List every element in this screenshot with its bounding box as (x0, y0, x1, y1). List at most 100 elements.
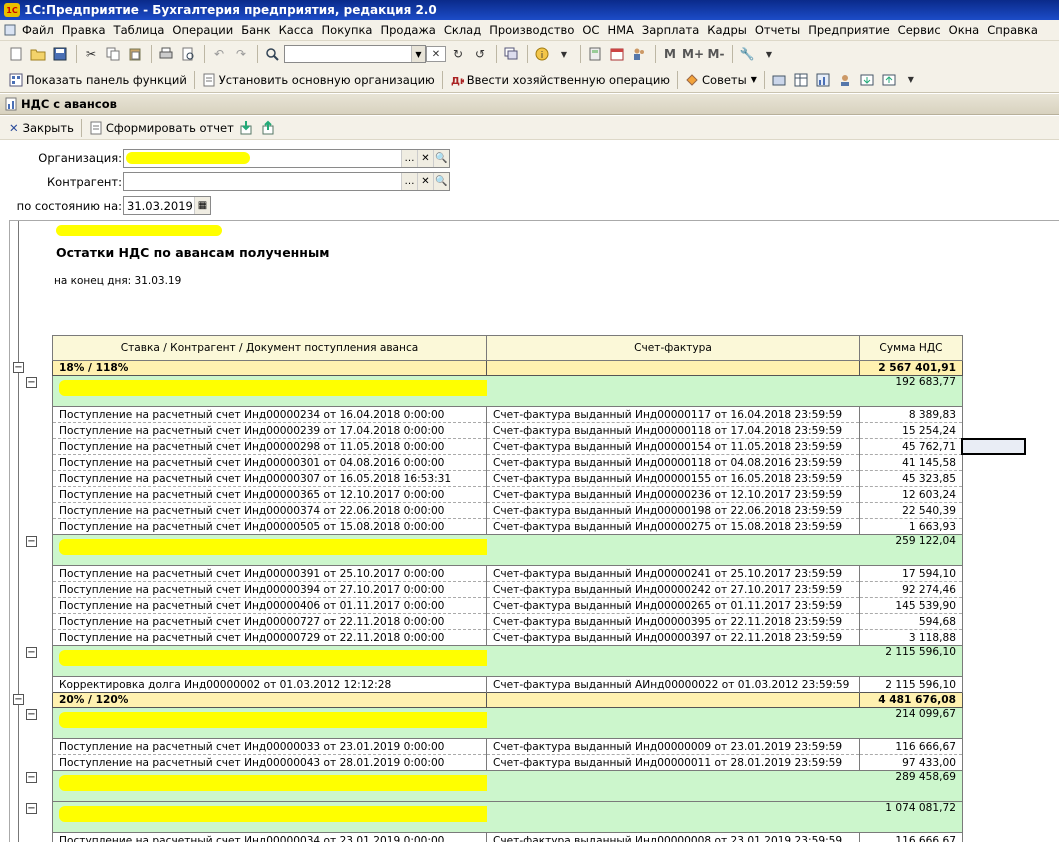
description-cell[interactable]: Поступление на расчетный счет Инд0000037… (52, 502, 487, 519)
selected-cell[interactable] (961, 438, 1026, 455)
description-cell[interactable]: Поступление на расчетный счет Инд0000039… (52, 565, 487, 582)
menu-item[interactable]: Кадры (703, 23, 751, 37)
org-structure-icon[interactable] (769, 70, 789, 90)
copy-icon[interactable] (103, 44, 123, 64)
vat-amount-cell[interactable]: 45 323,85 (859, 470, 963, 487)
as-of-date-field[interactable]: 31.03.2019 ▦ (123, 196, 211, 215)
vat-amount-cell[interactable]: 145 539,90 (859, 597, 963, 614)
vat-amount-cell[interactable]: 22 540,39 (859, 502, 963, 519)
tools-icon[interactable]: 🔧 (737, 44, 757, 64)
vat-amount-cell[interactable]: 8 389,83 (859, 406, 963, 423)
menu-item[interactable]: Предприятие (804, 23, 893, 37)
menu-item[interactable]: Файл (18, 23, 58, 37)
invoice-cell[interactable]: Счет-фактура выданный Инд00000198 от 22.… (486, 502, 860, 519)
invoice-cell[interactable] (486, 770, 860, 802)
invoice-cell[interactable] (486, 645, 860, 677)
menu-item[interactable]: Касса (275, 23, 318, 37)
description-cell[interactable] (52, 707, 487, 739)
menu-item[interactable]: Сервис (894, 23, 945, 37)
counterparty-field[interactable]: … ✕ 🔍 (123, 172, 450, 191)
undo-icon[interactable]: ↶ (209, 44, 229, 64)
users-icon[interactable] (629, 44, 649, 64)
description-cell[interactable]: Поступление на расчетный счет Инд0000030… (52, 454, 487, 471)
collapse-rate-group-icon[interactable]: − (13, 361, 24, 373)
collapse-rate-group-icon[interactable]: − (13, 693, 24, 705)
invoice-cell[interactable]: Счет-фактура выданный Инд00000008 от 23.… (486, 832, 860, 842)
invoice-cell[interactable]: Счет-фактура выданный Инд00000117 от 16.… (486, 406, 860, 423)
redo-icon[interactable]: ↷ (231, 44, 251, 64)
vat-amount-cell[interactable]: 2 567 401,91 (859, 360, 963, 376)
vat-amount-cell[interactable]: 2 115 596,10 (859, 676, 963, 693)
set-main-org-button[interactable]: Установить основную организацию (199, 70, 438, 90)
collapse-counterparty-group-icon[interactable]: − (26, 771, 37, 783)
generate-report-button[interactable]: Сформировать отчет (86, 118, 237, 138)
description-cell[interactable]: 20% / 120% (52, 692, 487, 708)
description-cell[interactable]: Поступление на расчетный счет Инд0000023… (52, 406, 487, 423)
menu-item[interactable]: Отчеты (751, 23, 804, 37)
calendar-icon[interactable]: ▦ (194, 197, 210, 214)
report-spreadsheet[interactable]: − − − − − − − − Остатки НДС по авансам полученн… (9, 220, 1059, 842)
description-cell[interactable]: Поступление на расчетный счет Инд0000040… (52, 597, 487, 614)
description-cell[interactable]: Поступление на расчетный счет Инд0000039… (52, 581, 487, 598)
menu-item[interactable]: Банк (237, 23, 274, 37)
menu-item[interactable]: Производство (485, 23, 578, 37)
invoice-cell[interactable]: Счет-фактура выданный АИнд00000022 от 01… (486, 676, 860, 693)
vat-amount-cell[interactable]: 259 122,04 (859, 534, 963, 566)
menu-item[interactable]: Справка (983, 23, 1042, 37)
invoice-cell[interactable]: Счет-фактура выданный Инд00000154 от 11.… (486, 438, 860, 455)
collapse-counterparty-group-icon[interactable]: − (26, 535, 37, 547)
select-ellipsis-icon[interactable]: … (401, 173, 417, 190)
vat-amount-cell[interactable]: 12 603,24 (859, 486, 963, 503)
description-cell[interactable]: Поступление на расчетный счет Инд0000072… (52, 613, 487, 630)
description-cell[interactable]: Поступление на расчетный счет Инд0000030… (52, 470, 487, 487)
vat-amount-cell[interactable]: 116 666,67 (859, 738, 963, 755)
employees-icon[interactable] (835, 70, 855, 90)
description-cell[interactable] (52, 645, 487, 677)
search-icon[interactable]: 🔍 (433, 173, 449, 190)
invoice-cell[interactable] (486, 692, 860, 708)
menu-item[interactable]: НМА (603, 23, 637, 37)
invoice-cell[interactable]: Счет-фактура выданный Инд00000242 от 27.… (486, 581, 860, 598)
invoice-cell[interactable] (486, 375, 860, 407)
vat-amount-cell[interactable]: 4 481 676,08 (859, 692, 963, 708)
table-icon[interactable] (791, 70, 811, 90)
invoice-cell[interactable]: Счет-фактура выданный Инд00000395 от 22.… (486, 613, 860, 630)
description-cell[interactable]: Поступление на расчетный счет Инд0000072… (52, 629, 487, 646)
vat-amount-cell[interactable]: 1 663,93 (859, 518, 963, 535)
invoice-cell[interactable]: Счет-фактура выданный Инд00000009 от 23.… (486, 738, 860, 755)
menu-item[interactable]: Склад (440, 23, 485, 37)
vat-amount-cell[interactable]: 594,68 (859, 613, 963, 630)
vat-amount-cell[interactable]: 3 118,88 (859, 629, 963, 646)
chevron-down-icon[interactable]: ▼ (554, 44, 574, 64)
settings-export-icon[interactable] (259, 118, 279, 138)
collapse-counterparty-group-icon[interactable]: − (26, 708, 37, 720)
close-button[interactable]: ✕ Закрыть (6, 118, 77, 138)
menu-item[interactable]: Правка (58, 23, 110, 37)
vat-amount-cell[interactable]: 289 458,69 (859, 770, 963, 802)
description-cell[interactable]: Корректировка долга Инд00000002 от 01.03… (52, 676, 487, 693)
memory-m-button[interactable]: M (660, 44, 680, 64)
invoice-cell[interactable] (486, 707, 860, 739)
invoice-cell[interactable]: Счет-фактура выданный Инд00000118 от 17.… (486, 422, 860, 439)
vat-amount-cell[interactable]: 97 433,00 (859, 754, 963, 771)
show-functions-panel-button[interactable]: Показать панель функций (6, 70, 190, 90)
search-input[interactable]: ▼ (284, 45, 426, 63)
menu-item[interactable]: Покупка (318, 23, 377, 37)
vat-amount-cell[interactable]: 15 254,24 (859, 422, 963, 439)
description-cell[interactable]: Поступление на расчетный счет Инд0000050… (52, 518, 487, 535)
settings-import-icon[interactable] (237, 118, 257, 138)
description-cell[interactable] (52, 801, 487, 833)
menu-item[interactable]: Окна (945, 23, 984, 37)
invoice-cell[interactable]: Счет-фактура выданный Инд00000118 от 04.… (486, 454, 860, 471)
vat-amount-cell[interactable]: 192 683,77 (859, 375, 963, 407)
description-cell[interactable]: Поступление на расчетный счет Инд0000036… (52, 486, 487, 503)
find-prev-icon[interactable]: ↺ (470, 44, 490, 64)
clear-icon[interactable]: ✕ (417, 150, 433, 167)
description-cell[interactable]: Поступление на расчетный счет Инд0000003… (52, 738, 487, 755)
invoice-cell[interactable]: Счет-фактура выданный Инд00000236 от 12.… (486, 486, 860, 503)
save-icon[interactable] (50, 44, 70, 64)
print-preview-icon[interactable] (178, 44, 198, 64)
vat-amount-cell[interactable]: 45 762,71 (859, 438, 963, 455)
vat-amount-cell[interactable]: 1 074 081,72 (859, 801, 963, 833)
description-cell[interactable] (52, 770, 487, 802)
